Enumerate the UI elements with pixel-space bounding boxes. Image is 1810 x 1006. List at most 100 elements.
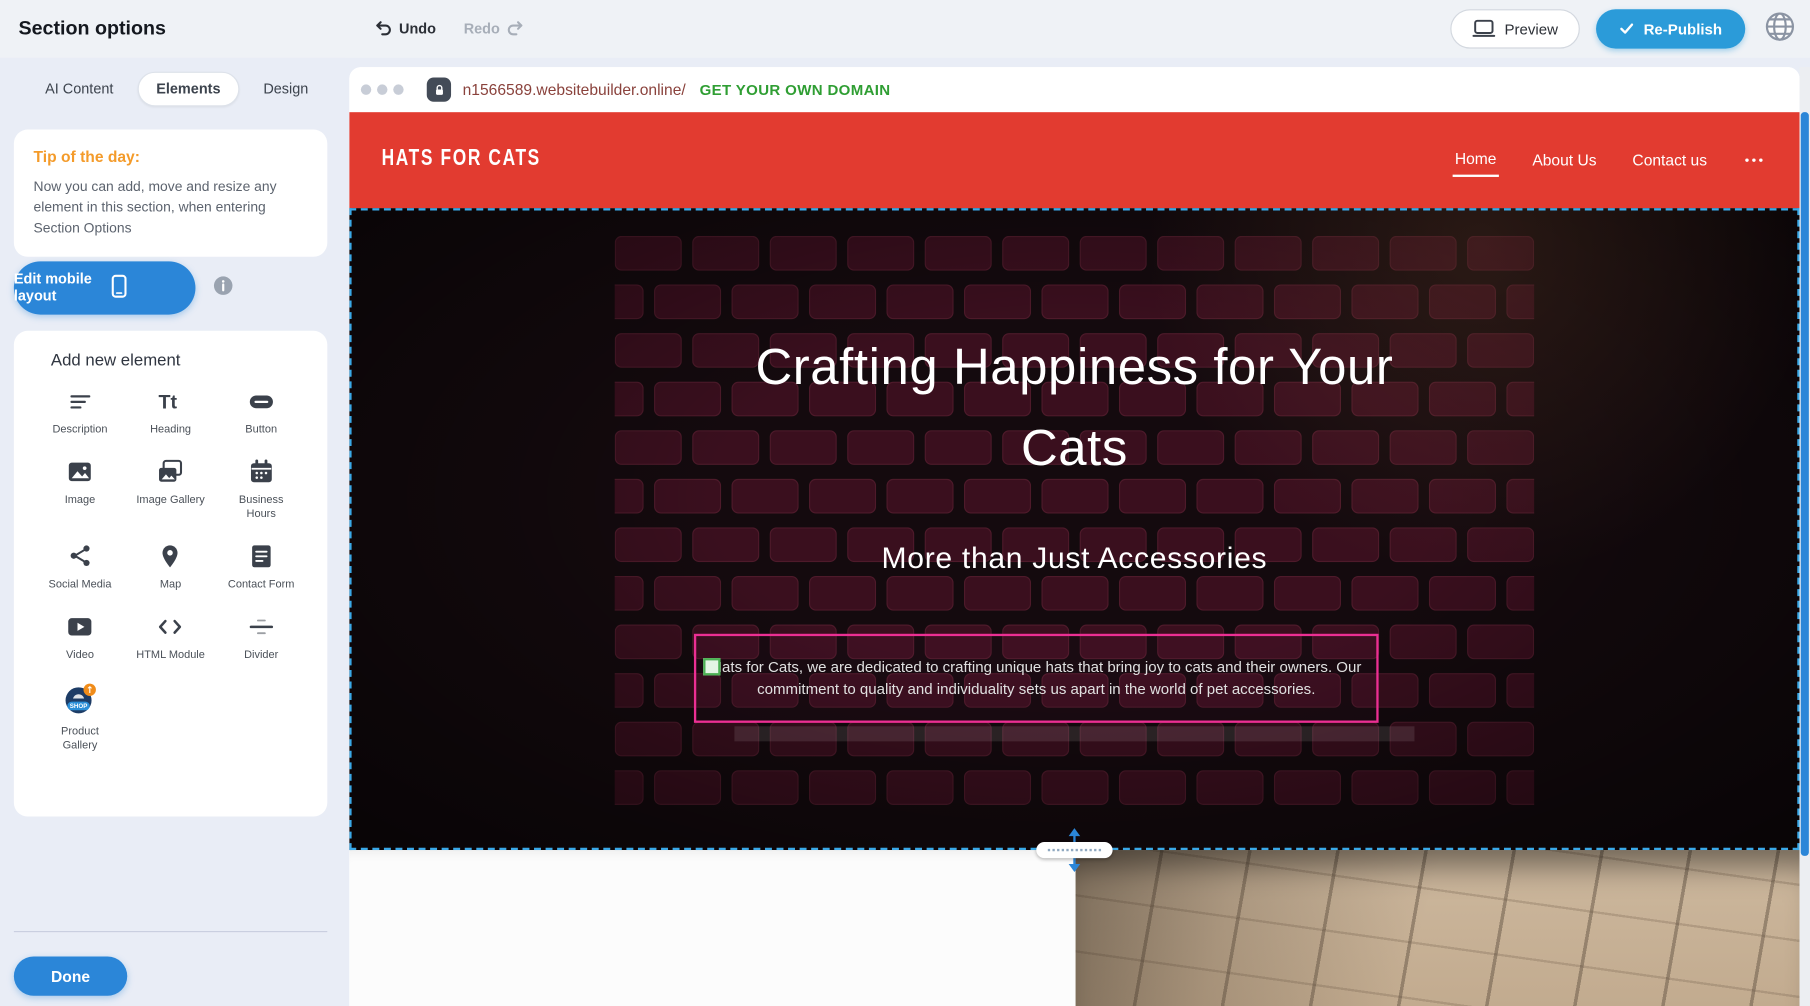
pattern-box <box>732 285 799 320</box>
element-grid: Description Tt Heading Button <box>35 386 307 753</box>
get-domain-link[interactable]: GET YOUR OWN DOMAIN <box>700 81 891 98</box>
tab-ai-content[interactable]: AI Content <box>28 73 131 105</box>
pattern-box <box>1002 236 1069 271</box>
done-button[interactable]: Done <box>14 956 127 995</box>
image-gallery-icon <box>157 457 185 487</box>
pattern-box <box>615 625 682 660</box>
pattern-box <box>1351 770 1418 805</box>
language-globe-button[interactable] <box>1761 10 1798 47</box>
html-code-icon <box>157 611 185 641</box>
contact-form-icon <box>247 541 275 571</box>
preview-label: Preview <box>1504 20 1557 37</box>
check-icon <box>1619 20 1634 37</box>
pattern-box <box>1467 625 1534 660</box>
redo-button[interactable]: Redo <box>464 17 527 40</box>
pattern-box <box>654 479 721 514</box>
pattern-box <box>809 770 876 805</box>
hero-subheading[interactable]: More than Just Accessories <box>349 540 1799 576</box>
pattern-box <box>692 236 759 271</box>
app-window: Section options Undo Redo Preview <box>0 0 1810 1006</box>
pattern-box <box>1196 285 1263 320</box>
redo-icon <box>507 17 527 40</box>
scrollbar-thumb[interactable] <box>1801 112 1809 856</box>
sidebar: AI Content Elements Design Tip of the da… <box>0 58 345 1006</box>
pattern-box <box>1390 430 1457 465</box>
tab-elements[interactable]: Elements <box>138 72 239 107</box>
undo-button[interactable]: Undo <box>372 17 436 40</box>
add-element-description[interactable]: Description <box>35 386 126 437</box>
pattern-box <box>1467 236 1534 271</box>
add-element-contact-form[interactable]: Contact Form <box>216 541 307 592</box>
divider-icon <box>247 611 275 641</box>
pattern-box <box>615 576 644 611</box>
pattern-box <box>1196 576 1263 611</box>
pattern-box <box>1390 333 1457 368</box>
pattern-box <box>615 285 644 320</box>
pattern-box <box>1506 285 1534 320</box>
pattern-box <box>692 430 759 465</box>
add-element-divider[interactable]: Divider <box>216 611 307 662</box>
add-element-social-media[interactable]: Social Media <box>35 541 126 592</box>
add-element-business-hours[interactable]: Business Hours <box>216 457 307 521</box>
nav-item-about[interactable]: About Us <box>1530 145 1599 176</box>
republish-button[interactable]: Re-Publish <box>1596 9 1745 48</box>
pattern-box <box>1429 576 1496 611</box>
nav-item-contact[interactable]: Contact us <box>1630 145 1709 176</box>
add-element-image-gallery[interactable]: Image Gallery <box>125 457 216 521</box>
undo-label: Undo <box>399 21 436 37</box>
tab-design[interactable]: Design <box>246 73 326 105</box>
pattern-box <box>1467 333 1534 368</box>
map-pin-icon <box>157 541 185 571</box>
add-element-button[interactable]: Button <box>216 386 307 437</box>
info-icon[interactable] <box>213 275 234 302</box>
add-element-map[interactable]: Map <box>125 541 216 592</box>
add-element-heading[interactable]: Tt Heading <box>125 386 216 437</box>
image-icon <box>66 457 94 487</box>
product-gallery-icon: SHOP↑ <box>63 682 98 719</box>
pattern-box <box>847 236 914 271</box>
pattern-box <box>615 722 682 757</box>
pattern-box <box>1390 625 1457 660</box>
hero-section[interactable]: Crafting Happiness for Your Cats More th… <box>349 208 1799 850</box>
history-controls: Undo Redo <box>372 0 526 58</box>
pattern-box <box>1506 382 1534 417</box>
pattern-box <box>1041 285 1108 320</box>
pattern-box <box>1041 576 1108 611</box>
pattern-box <box>886 576 953 611</box>
add-element-product-gallery[interactable]: SHOP↑ Product Gallery <box>35 682 126 753</box>
pattern-box <box>615 333 682 368</box>
add-element-image[interactable]: Image <box>35 457 126 521</box>
section-resize-handle[interactable] <box>1028 830 1121 869</box>
site-url: n1566589.websitebuilder.online/ <box>463 81 686 98</box>
resize-pill <box>1036 842 1112 858</box>
topbar: Section options Undo Redo Preview <box>0 0 1810 58</box>
pattern-box <box>1429 673 1496 708</box>
pattern-box <box>1157 236 1224 271</box>
add-element-video[interactable]: Video <box>35 611 126 662</box>
element-resize-handle[interactable] <box>703 658 720 675</box>
globe-icon <box>1763 9 1798 49</box>
add-element-html-module[interactable]: HTML Module <box>125 611 216 662</box>
svg-text:SHOP: SHOP <box>70 703 88 710</box>
hero-heading[interactable]: Crafting Happiness for Your Cats <box>751 327 1399 489</box>
preview-button[interactable]: Preview <box>1450 9 1580 48</box>
pattern-box <box>732 576 799 611</box>
pattern-box <box>654 382 721 417</box>
button-icon <box>247 386 275 416</box>
pattern-box <box>1429 285 1496 320</box>
pattern-box <box>615 382 644 417</box>
sidebar-tabs: AI Content Elements Design <box>28 72 326 107</box>
window-dot <box>393 84 403 94</box>
nav-more-icon[interactable] <box>1741 154 1768 167</box>
selected-paragraph-element[interactable]: Hats for Cats, we are dedicated to craft… <box>694 634 1379 723</box>
pattern-box <box>1467 430 1534 465</box>
pattern-box <box>1235 236 1302 271</box>
pattern-box <box>1274 285 1341 320</box>
nav-item-home[interactable]: Home <box>1453 143 1499 177</box>
edit-mobile-layout-button[interactable]: Edit mobile layout <box>14 261 196 314</box>
next-section[interactable] <box>349 850 1799 1006</box>
scrollbar-track <box>1800 67 1810 1006</box>
tip-card: Tip of the day: Now you can add, move an… <box>14 130 327 257</box>
pattern-box <box>1274 576 1341 611</box>
pattern-box <box>886 770 953 805</box>
